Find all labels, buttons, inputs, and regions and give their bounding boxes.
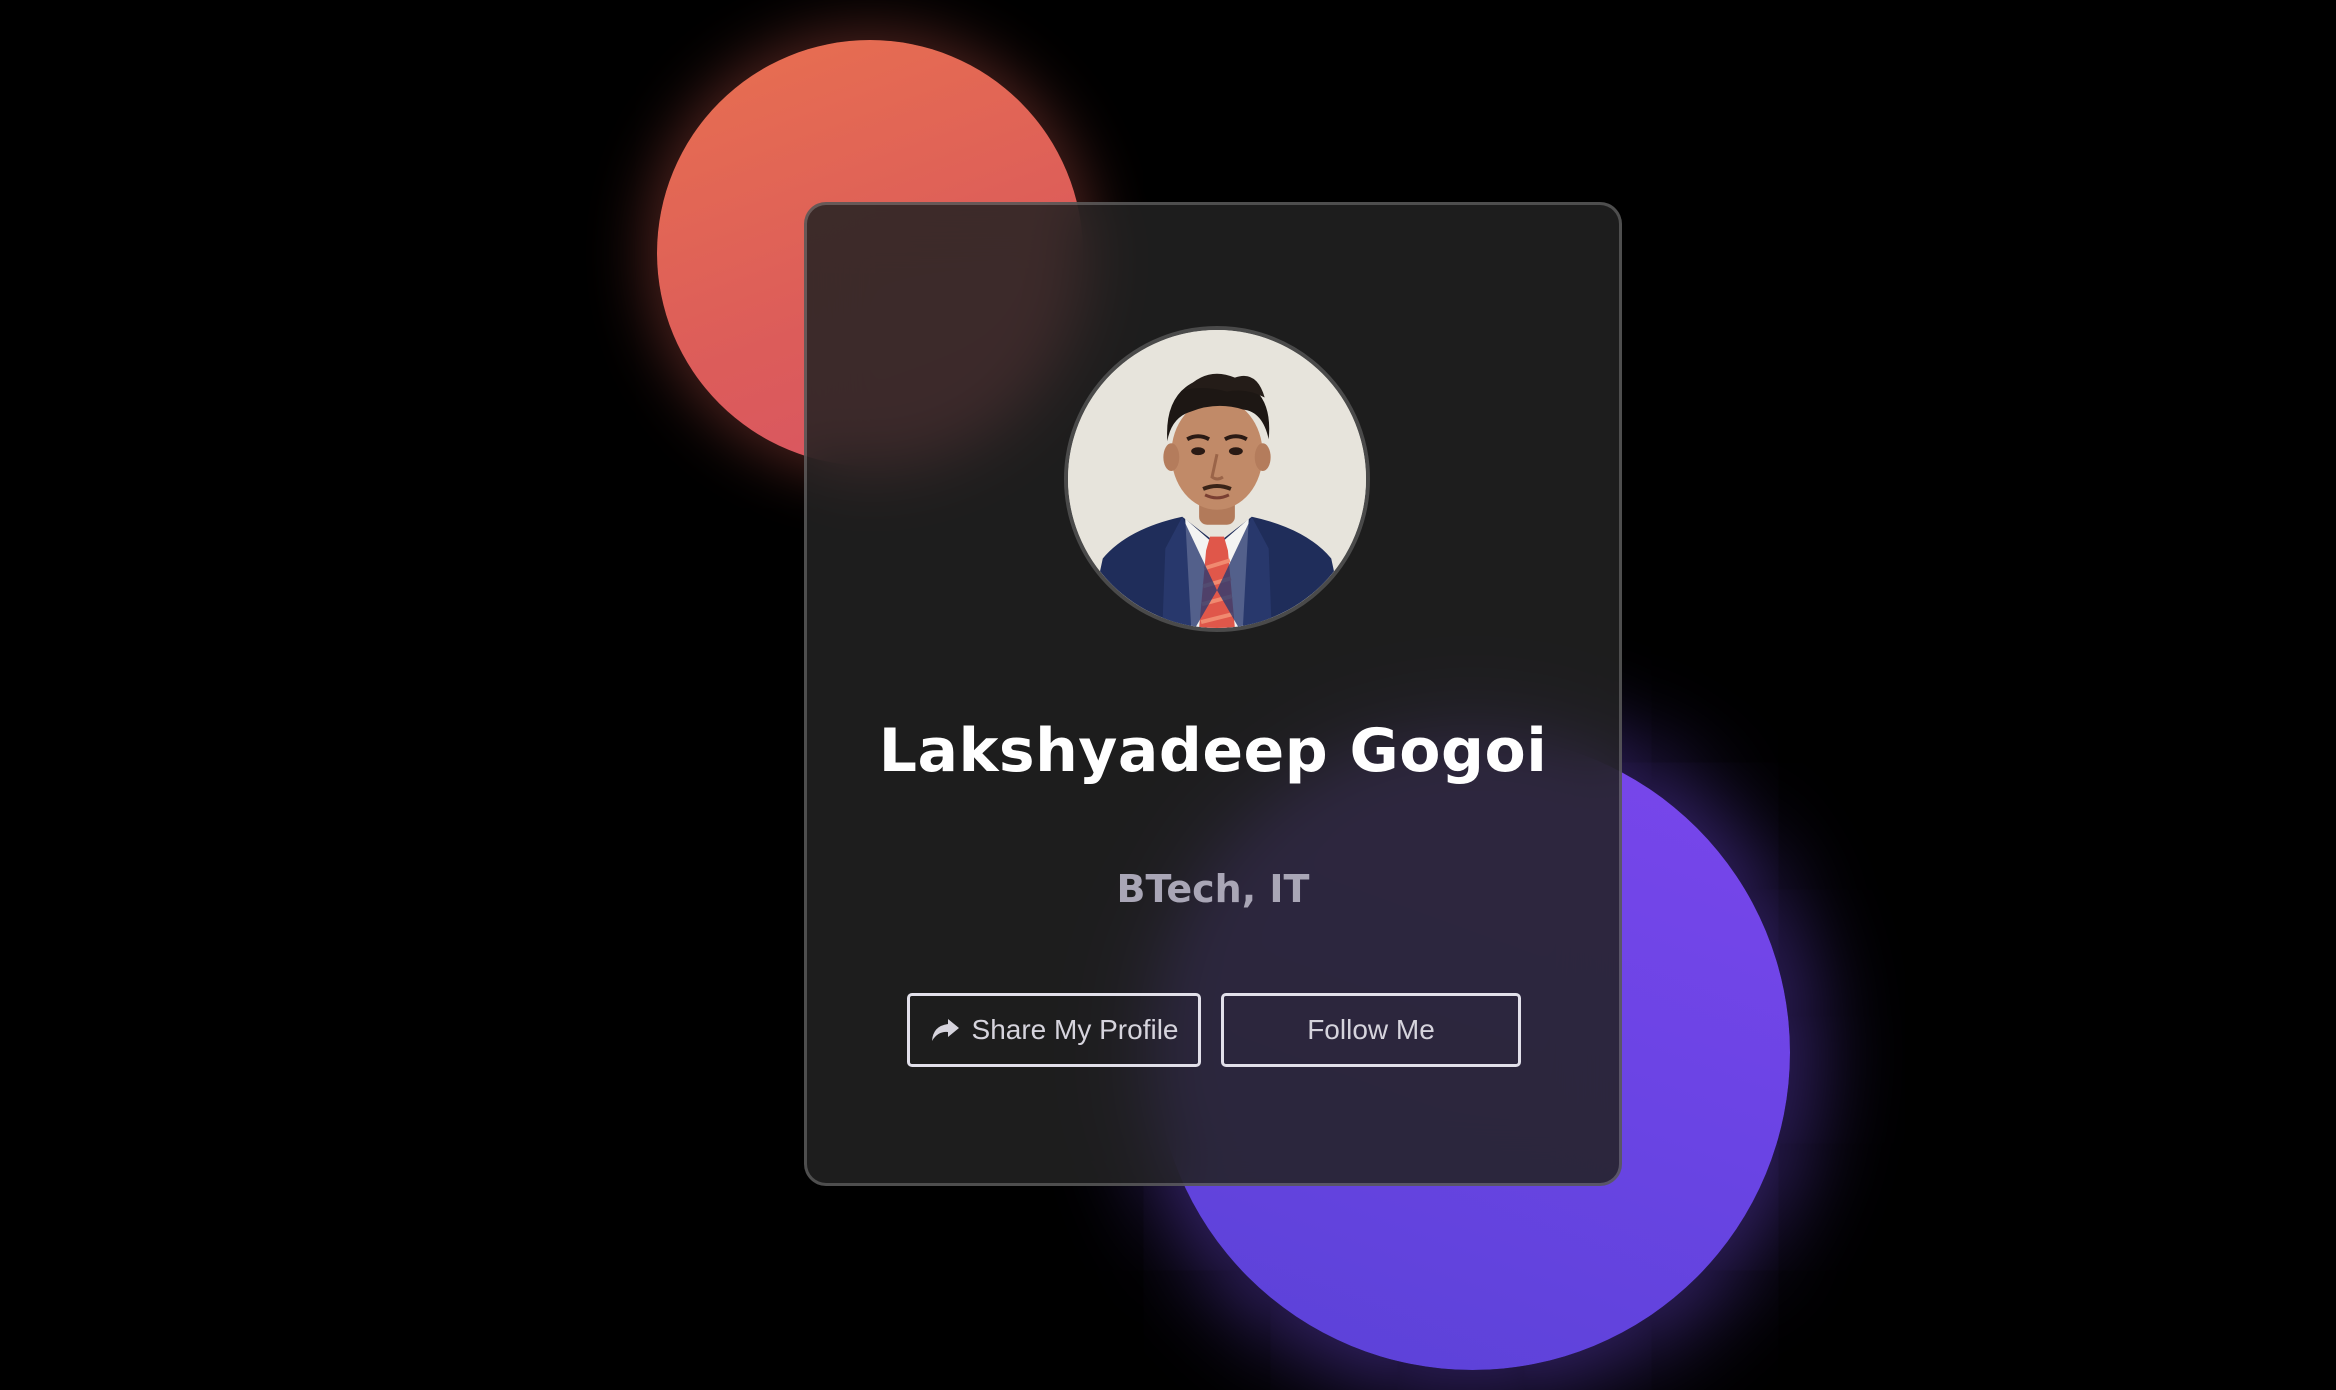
profile-subtitle: BTech, IT <box>1116 867 1310 911</box>
share-arrow-icon <box>930 1017 960 1043</box>
page-background: Lakshyadeep Gogoi BTech, IT Share My Pro… <box>0 0 2336 1390</box>
profile-card: Lakshyadeep Gogoi BTech, IT Share My Pro… <box>804 202 1622 1186</box>
follow-label: Follow Me <box>1307 1014 1435 1045</box>
share-profile-button[interactable]: Share My Profile <box>907 993 1201 1067</box>
avatar <box>1064 326 1370 632</box>
profile-name: Lakshyadeep Gogoi <box>878 716 1548 786</box>
share-profile-label: Share My Profile <box>971 1014 1179 1045</box>
follow-button[interactable]: Follow Me <box>1221 993 1521 1067</box>
profile-photo <box>1068 330 1366 628</box>
